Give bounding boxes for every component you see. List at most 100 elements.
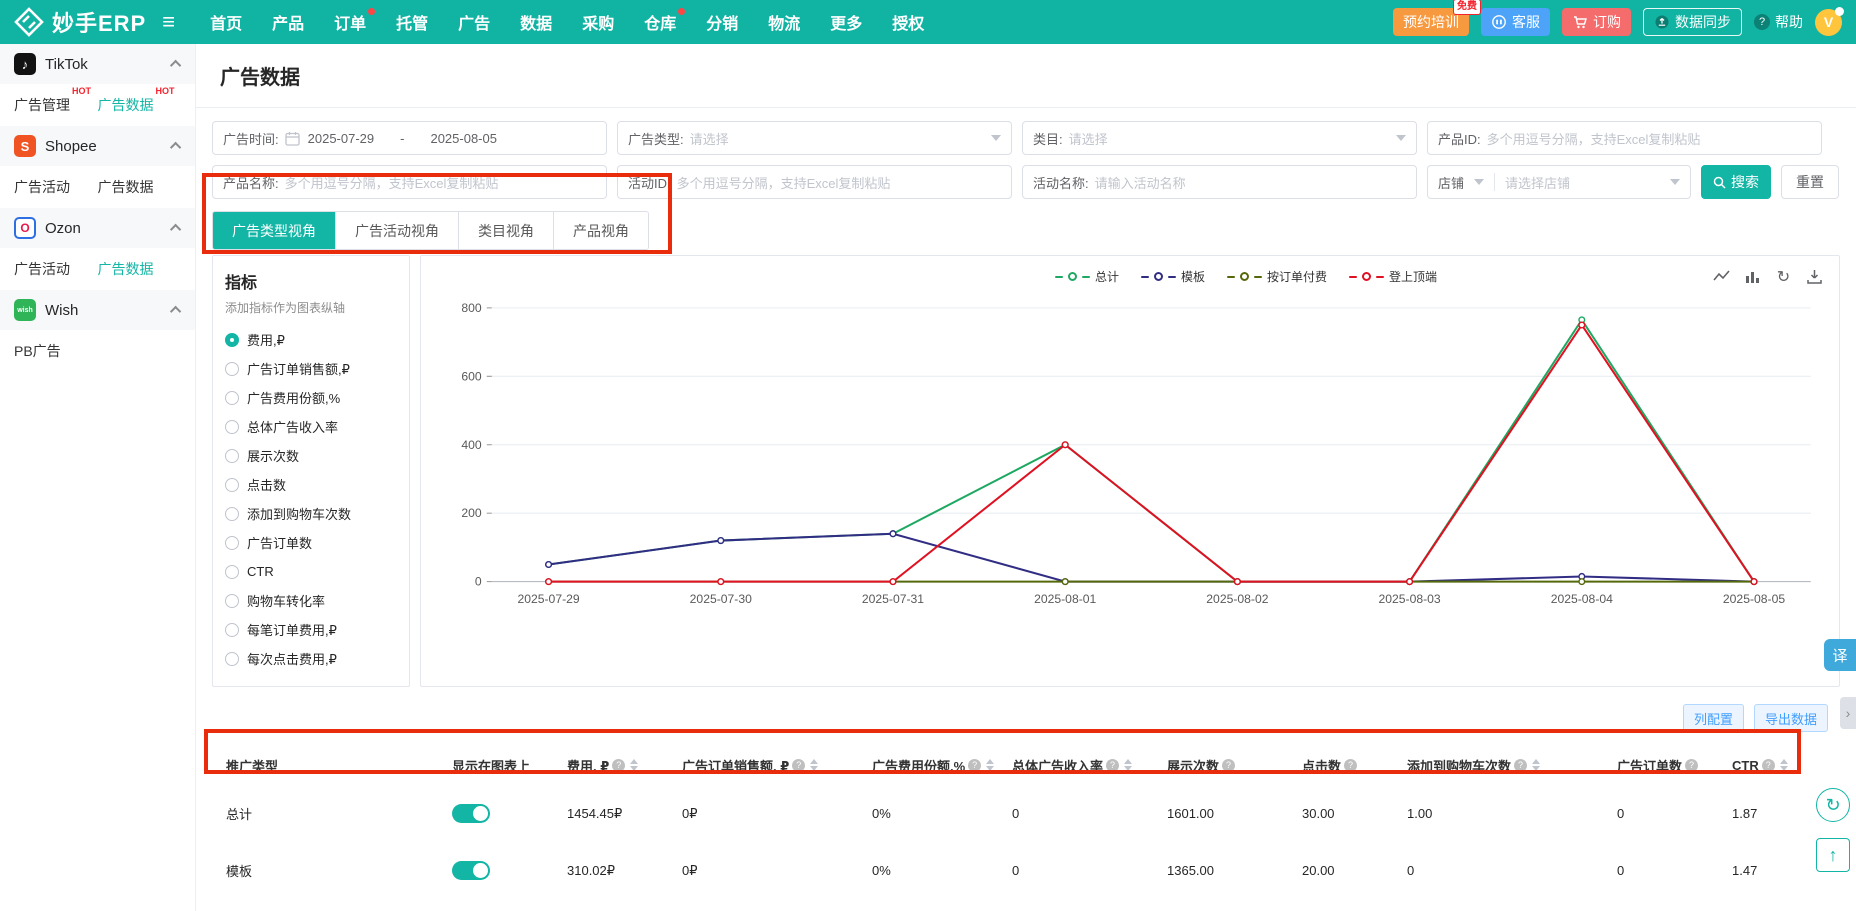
sort-desc-icon[interactable]	[1780, 766, 1788, 771]
search-button[interactable]: 搜索	[1701, 165, 1771, 199]
nav-item-采购[interactable]: 采购	[567, 0, 629, 44]
data-point[interactable]	[1062, 579, 1068, 585]
info-icon[interactable]: ?	[968, 759, 981, 772]
metric-option-购物车转化率[interactable]: 购物车转化率	[225, 586, 397, 615]
column-header-广告订单销售额, ₽[interactable]: 广告订单销售额, ₽?	[682, 756, 872, 775]
reset-button[interactable]: 重置	[1781, 165, 1839, 199]
info-icon[interactable]: ?	[1222, 759, 1235, 772]
radio-icon[interactable]	[225, 449, 239, 463]
line-chart-icon[interactable]	[1713, 268, 1730, 285]
radio-icon[interactable]	[225, 333, 239, 347]
brand[interactable]: 妙手ERP	[14, 6, 146, 38]
column-config-button[interactable]: 列配置	[1683, 704, 1744, 732]
info-icon[interactable]: ?	[1762, 759, 1775, 772]
chart-visibility-toggle[interactable]	[452, 804, 490, 823]
legend-item-模板[interactable]: 模板	[1141, 268, 1205, 285]
category-select[interactable]: 类目: 请选择	[1022, 121, 1417, 155]
radio-icon[interactable]	[225, 420, 239, 434]
sort-desc-icon[interactable]	[810, 766, 818, 771]
tab-广告类型视角[interactable]: 广告类型视角	[213, 212, 336, 249]
campaign-id-input[interactable]: 活动ID: 多个用逗号分隔，支持Excel复制粘贴	[617, 165, 1012, 199]
sidebar-item-广告数据[interactable]: 广告数据HOT	[98, 95, 182, 115]
data-point[interactable]	[1407, 579, 1413, 585]
column-header-CTR[interactable]: CTR?	[1732, 758, 1840, 773]
metric-option-CTR[interactable]: CTR	[225, 557, 397, 586]
info-icon[interactable]: ?	[792, 759, 805, 772]
sidebar-section-shopee[interactable]: SShopee	[0, 126, 195, 166]
sort-icon[interactable]	[986, 759, 994, 771]
sort-icon[interactable]	[1532, 759, 1540, 771]
sort-icon[interactable]	[1124, 759, 1132, 771]
product-name-input[interactable]: 产品名称: 多个用逗号分隔，支持Excel复制粘贴	[212, 165, 607, 199]
shop-select[interactable]: 店铺 请选择店铺	[1427, 165, 1691, 199]
nav-item-分销[interactable]: 分销	[691, 0, 753, 44]
hamburger-menu-icon[interactable]: ≡	[162, 11, 175, 33]
sort-icon[interactable]	[630, 759, 638, 771]
series-line-登上顶端[interactable]	[549, 325, 1754, 582]
refresh-icon[interactable]: ↻	[1775, 268, 1792, 285]
nav-item-广告[interactable]: 广告	[443, 0, 505, 44]
data-point[interactable]	[890, 579, 896, 585]
legend-item-按订单付费[interactable]: 按订单付费	[1227, 268, 1327, 285]
data-point[interactable]	[1579, 579, 1585, 585]
series-line-总计[interactable]	[549, 320, 1754, 582]
data-point[interactable]	[1062, 442, 1068, 448]
radio-icon[interactable]	[225, 362, 239, 376]
tab-广告活动视角[interactable]: 广告活动视角	[336, 212, 459, 249]
sort-asc-icon[interactable]	[1124, 759, 1132, 764]
data-point[interactable]	[718, 538, 724, 544]
sort-asc-icon[interactable]	[630, 759, 638, 764]
help-button[interactable]: ? 帮助	[1754, 12, 1803, 32]
tab-产品视角[interactable]: 产品视角	[554, 212, 648, 249]
sidebar-item-广告活动[interactable]: 广告活动	[14, 259, 98, 279]
sort-asc-icon[interactable]	[810, 759, 818, 764]
refresh-page-button[interactable]: ↻	[1816, 788, 1850, 822]
column-header-费用, ₽[interactable]: 费用, ₽?	[567, 756, 682, 775]
sort-desc-icon[interactable]	[1124, 766, 1132, 771]
user-avatar[interactable]: V	[1815, 9, 1842, 36]
metric-option-点击数[interactable]: 点击数	[225, 470, 397, 499]
info-icon[interactable]: ?	[612, 759, 625, 772]
metric-option-费用,₽[interactable]: 费用,₽	[225, 325, 397, 354]
sort-desc-icon[interactable]	[986, 766, 994, 771]
sort-icon[interactable]	[1780, 759, 1788, 771]
data-point[interactable]	[718, 579, 724, 585]
export-data-button[interactable]: 导出数据	[1754, 704, 1828, 732]
translate-button[interactable]: 译	[1824, 639, 1856, 671]
product-id-input[interactable]: 产品ID: 多个用逗号分隔，支持Excel复制粘贴	[1427, 121, 1822, 155]
legend-item-总计[interactable]: 总计	[1055, 268, 1119, 285]
data-sync-button[interactable]: 数据同步	[1643, 8, 1742, 36]
sidebar-section-wish[interactable]: wishWish	[0, 290, 195, 330]
radio-icon[interactable]	[225, 478, 239, 492]
radio-icon[interactable]	[225, 565, 239, 579]
nav-item-托管[interactable]: 托管	[381, 0, 443, 44]
nav-item-产品[interactable]: 产品	[257, 0, 319, 44]
metric-option-广告订单销售额,₽[interactable]: 广告订单销售额,₽	[225, 354, 397, 383]
nav-item-订单[interactable]: 订单	[319, 0, 381, 44]
sidebar-section-tiktok[interactable]: ♪TikTok	[0, 44, 195, 84]
sort-desc-icon[interactable]	[630, 766, 638, 771]
back-to-top-button[interactable]: ↑	[1816, 838, 1850, 872]
nav-item-仓库[interactable]: 仓库	[629, 0, 691, 44]
customer-service-button[interactable]: 客服	[1481, 8, 1550, 36]
sort-desc-icon[interactable]	[1532, 766, 1540, 771]
sidebar-item-广告数据[interactable]: 广告数据	[98, 177, 182, 197]
metric-option-展示次数[interactable]: 展示次数	[225, 441, 397, 470]
radio-icon[interactable]	[225, 507, 239, 521]
metric-option-每笔订单费用,₽[interactable]: 每笔订单费用,₽	[225, 615, 397, 644]
legend-item-登上顶端[interactable]: 登上顶端	[1349, 268, 1437, 285]
metric-option-每次点击费用,₽[interactable]: 每次点击费用,₽	[225, 644, 397, 673]
chart-visibility-toggle[interactable]	[452, 861, 490, 880]
sidebar-item-pb-ads[interactable]: PB广告	[0, 330, 195, 372]
column-header-总体广告收入率[interactable]: 总体广告收入率?	[1012, 756, 1167, 775]
sort-asc-icon[interactable]	[1780, 759, 1788, 764]
radio-icon[interactable]	[225, 652, 239, 666]
sidebar-section-ozon[interactable]: OOzon	[0, 208, 195, 248]
radio-icon[interactable]	[225, 391, 239, 405]
radio-icon[interactable]	[225, 594, 239, 608]
series-line-模板[interactable]	[549, 534, 1754, 582]
metric-option-广告费用份额,%[interactable]: 广告费用份额,%	[225, 383, 397, 412]
date-to-value[interactable]: 2025-08-05	[430, 131, 497, 146]
campaign-name-input[interactable]: 活动名称: 请输入活动名称	[1022, 165, 1417, 199]
info-icon[interactable]: ?	[1106, 759, 1119, 772]
